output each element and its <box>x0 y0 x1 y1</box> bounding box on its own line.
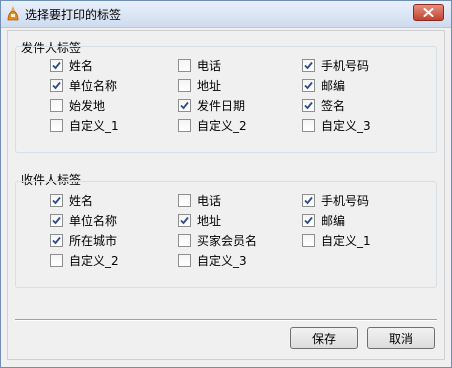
checkbox-label: 自定义_1 <box>321 233 371 248</box>
checkmark-icon <box>304 196 313 204</box>
sender-option[interactable]: 手机号码 <box>302 57 369 73</box>
checkbox[interactable] <box>178 193 191 207</box>
checkbox[interactable] <box>302 193 315 207</box>
checkbox-label: 地址 <box>197 78 222 93</box>
dialog-content: 发件人标签 姓名 电话 手机号码 单位名称 地址 邮编 始发地 发件日期 签名 自定义_1 自定义_… <box>7 30 445 360</box>
checkbox-label: 单位名称 <box>69 213 118 228</box>
checkbox-label: 单位名称 <box>69 78 118 93</box>
sender-option[interactable]: 姓名 <box>50 57 93 73</box>
receiver-option[interactable]: 电话 <box>178 192 221 208</box>
sender-option[interactable]: 签名 <box>302 97 345 113</box>
checkbox[interactable] <box>302 213 315 227</box>
checkbox-label: 自定义_2 <box>69 253 119 268</box>
receiver-option[interactable]: 手机号码 <box>302 192 369 208</box>
checkbox[interactable] <box>50 58 63 72</box>
sender-option[interactable]: 始发地 <box>50 97 105 113</box>
checkbox[interactable] <box>302 58 315 72</box>
checkmark-icon <box>304 81 313 89</box>
close-icon <box>423 8 434 17</box>
checkmark-icon <box>52 196 61 204</box>
receiver-option[interactable]: 买家会员名 <box>178 232 257 248</box>
checkmark-icon <box>304 216 313 224</box>
checkbox[interactable] <box>50 193 63 207</box>
title-bar[interactable]: 选择要打印的标签 <box>1 1 451 28</box>
checkbox-label: 买家会员名 <box>197 233 258 248</box>
sender-option[interactable]: 邮编 <box>302 77 345 93</box>
checkmark-icon <box>304 101 313 109</box>
checkbox-label: 发件日期 <box>197 98 246 113</box>
checkbox[interactable] <box>178 98 191 112</box>
sender-option[interactable]: 自定义_2 <box>178 117 247 133</box>
checkmark-icon <box>180 216 189 224</box>
checkbox-label: 手机号码 <box>321 58 370 73</box>
receiver-option[interactable]: 邮编 <box>302 212 345 228</box>
receiver-option[interactable]: 单位名称 <box>50 212 117 228</box>
sender-option[interactable]: 地址 <box>178 77 221 93</box>
app-icon <box>5 5 21 21</box>
checkbox-label: 自定义_2 <box>197 118 247 133</box>
receiver-option[interactable]: 所在城市 <box>50 232 117 248</box>
checkbox[interactable] <box>50 118 63 132</box>
receiver-option[interactable]: 自定义_2 <box>50 252 119 268</box>
checkbox-label: 手机号码 <box>321 193 370 208</box>
checkbox-label: 自定义_3 <box>321 118 371 133</box>
checkbox-label: 姓名 <box>69 193 94 208</box>
checkbox[interactable] <box>178 213 191 227</box>
checkbox-label: 邮编 <box>321 78 346 93</box>
checkbox[interactable] <box>178 253 191 267</box>
sender-option[interactable]: 发件日期 <box>178 97 245 113</box>
checkbox-label: 自定义_3 <box>197 253 247 268</box>
divider <box>15 319 437 321</box>
checkbox-label: 邮编 <box>321 213 346 228</box>
checkbox[interactable] <box>178 78 191 92</box>
checkbox[interactable] <box>178 58 191 72</box>
checkmark-icon <box>304 61 313 69</box>
checkbox[interactable] <box>50 98 63 112</box>
checkbox-label: 始发地 <box>69 98 106 113</box>
close-button[interactable] <box>413 4 444 21</box>
window-title: 选择要打印的标签 <box>25 8 122 22</box>
checkmark-icon <box>52 81 61 89</box>
checkbox[interactable] <box>50 78 63 92</box>
receiver-option[interactable]: 自定义_1 <box>302 232 371 248</box>
checkbox-label: 电话 <box>197 58 222 73</box>
sender-option[interactable]: 自定义_1 <box>50 117 119 133</box>
receiver-option[interactable]: 自定义_3 <box>178 252 247 268</box>
sender-option[interactable]: 电话 <box>178 57 221 73</box>
checkbox[interactable] <box>302 78 315 92</box>
checkbox-label: 所在城市 <box>69 233 118 248</box>
sender-option[interactable]: 自定义_3 <box>302 117 371 133</box>
receiver-option[interactable]: 地址 <box>178 212 221 228</box>
checkbox[interactable] <box>50 253 63 267</box>
checkbox-label: 地址 <box>197 213 222 228</box>
checkbox-label: 签名 <box>321 98 346 113</box>
checkmark-icon <box>180 101 189 109</box>
save-button[interactable]: 保存 <box>290 327 358 349</box>
checkbox[interactable] <box>178 118 191 132</box>
receiver-option[interactable]: 姓名 <box>50 192 93 208</box>
checkbox[interactable] <box>302 233 315 247</box>
dialog-window: 选择要打印的标签 发件人标签 姓名 电话 手机号码 单位名称 地址 邮编 始发地 发件日期 签名… <box>0 0 452 368</box>
checkbox[interactable] <box>50 213 63 227</box>
checkbox[interactable] <box>302 118 315 132</box>
checkbox-label: 电话 <box>197 193 222 208</box>
cancel-button[interactable]: 取消 <box>367 327 435 349</box>
checkbox-label: 自定义_1 <box>69 118 119 133</box>
checkmark-icon <box>52 236 61 244</box>
sender-option[interactable]: 单位名称 <box>50 77 117 93</box>
checkbox[interactable] <box>178 233 191 247</box>
checkbox[interactable] <box>302 98 315 112</box>
checkmark-icon <box>52 61 61 69</box>
checkmark-icon <box>52 216 61 224</box>
checkbox[interactable] <box>50 233 63 247</box>
checkbox-label: 姓名 <box>69 58 94 73</box>
